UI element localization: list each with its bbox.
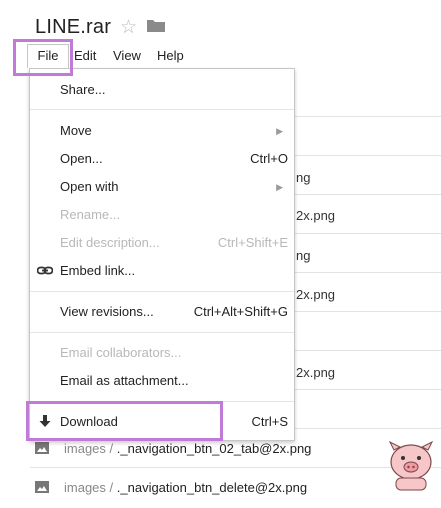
file-name: ._navigation_btn_02_tab@2x.png xyxy=(116,441,312,456)
image-file-icon xyxy=(35,442,49,454)
menu-item-label: Email collaborators... xyxy=(60,345,182,360)
list-item[interactable]: images / ._navigation_btn_delete@2x.png xyxy=(30,470,441,508)
menu-item-label: Rename... xyxy=(60,207,120,222)
image-file-icon xyxy=(35,481,49,493)
file-menu-dropdown: Share... Move ▶ Open... Ctrl+O Open with… xyxy=(29,68,295,441)
folder-name: images / xyxy=(64,441,114,456)
menu-item-view-revisions[interactable]: View revisions... Ctrl+Alt+Shift+G xyxy=(30,298,294,326)
file-name: ._navigation_btn_delete@2x.png xyxy=(116,480,308,495)
menu-item-label: Share... xyxy=(60,82,106,97)
menu-separator xyxy=(30,109,294,110)
shortcut-label: Ctrl+S xyxy=(251,414,288,429)
menu-item-email-collaborators: Email collaborators... xyxy=(30,339,294,367)
shortcut-label: Ctrl+O xyxy=(250,151,288,166)
list-item-text: ng xyxy=(296,248,311,263)
mascot-watermark xyxy=(384,440,438,496)
submenu-arrow-icon: ▶ xyxy=(276,182,283,192)
list-item-text: 2x.png xyxy=(296,208,336,223)
menu-item-label: Embed link... xyxy=(60,263,136,278)
menu-item-open-with[interactable]: Open with ▶ xyxy=(30,173,294,201)
menu-item-share[interactable]: Share... xyxy=(30,76,294,104)
menu-separator xyxy=(30,291,294,292)
menu-help[interactable]: Help xyxy=(157,44,184,68)
folder-icon[interactable] xyxy=(147,19,165,32)
list-item-text: 2x.png xyxy=(296,365,336,380)
folder-name: images / xyxy=(64,480,114,495)
link-icon xyxy=(36,257,54,285)
submenu-arrow-icon: ▶ xyxy=(276,126,283,136)
menu-item-rename: Rename... xyxy=(30,201,294,229)
star-icon[interactable]: ☆ xyxy=(120,16,137,39)
menu-item-email-attachment[interactable]: Email as attachment... xyxy=(30,367,294,395)
file-title: LINE.rar xyxy=(35,16,112,38)
menu-separator xyxy=(30,332,294,333)
list-item-text: 2x.png xyxy=(296,287,336,302)
menu-item-open[interactable]: Open... Ctrl+O xyxy=(30,145,294,173)
menu-item-label: Open with xyxy=(60,179,119,194)
menu-item-label: Edit description... xyxy=(60,235,160,250)
menu-view[interactable]: View xyxy=(113,44,141,68)
menu-item-label: View revisions... xyxy=(60,304,154,319)
menu-item-label: Email as attachment... xyxy=(60,373,189,388)
file-path: images / ._navigation_btn_delete@2x.png xyxy=(64,480,307,495)
list-item-text: ng xyxy=(296,170,311,185)
menu-item-label: Move xyxy=(60,123,92,138)
shortcut-label: Ctrl+Alt+Shift+G xyxy=(193,304,288,319)
file-path: images / ._navigation_btn_02_tab@2x.png xyxy=(64,441,311,456)
menu-edit[interactable]: Edit xyxy=(74,44,96,68)
menu-item-move[interactable]: Move ▶ xyxy=(30,117,294,145)
file-menu-highlight xyxy=(13,39,73,76)
download-highlight xyxy=(26,401,223,441)
menu-item-embed-link[interactable]: Embed link... xyxy=(30,257,294,285)
menu-item-edit-description: Edit description... Ctrl+Shift+E xyxy=(30,229,294,257)
shortcut-label: Ctrl+Shift+E xyxy=(217,235,288,250)
menu-item-label: Open... xyxy=(60,151,103,166)
